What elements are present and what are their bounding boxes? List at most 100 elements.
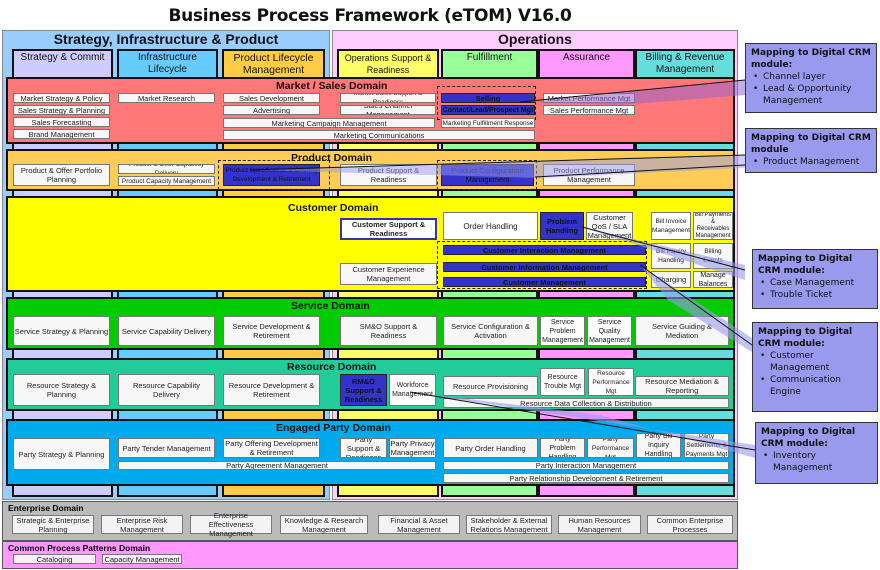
process-manage-balances[interactable]: Manage Balances xyxy=(693,271,733,288)
process-stakeholder-relations[interactable]: Stakeholder & External Relations Managem… xyxy=(466,515,552,534)
process-market-performance[interactable]: Market Performance Mgt xyxy=(543,93,635,103)
process-market-sales-support[interactable]: Market Sales Support & Readiness xyxy=(340,93,436,103)
process-resource-capability[interactable]: Resource Capability Delivery xyxy=(118,374,215,406)
vgroup-label: Strategy & Commit xyxy=(20,52,105,63)
process-market-strategy-policy[interactable]: Market Strategy & Policy xyxy=(13,93,110,103)
process-rmo-support[interactable]: RM&O Support & Readiness xyxy=(340,374,387,406)
process-marketing-communications[interactable]: Marketing Communications xyxy=(223,130,535,140)
process-brand-management[interactable]: Brand Management xyxy=(13,129,110,139)
process-product-configuration[interactable]: Product Configuration Management xyxy=(441,164,534,186)
process-advertising[interactable]: Advertising xyxy=(223,105,320,115)
domain-title: Resource Domain xyxy=(287,361,377,373)
process-product-capability-delivery[interactable]: Product & Offer Capability Delivery xyxy=(118,164,215,174)
callout-bullet: Case Management xyxy=(758,277,872,289)
callout-heading: Mapping to Digital CRM module: xyxy=(761,427,856,449)
process-sales-development[interactable]: Sales Development xyxy=(223,93,320,103)
process-enterprise-risk[interactable]: Enterprise Risk Management xyxy=(101,515,183,534)
process-service-capability[interactable]: Service Capability Delivery xyxy=(118,316,215,346)
process-party-order[interactable]: Party Order Handling xyxy=(443,438,538,458)
process-capacity-management[interactable]: Capacity Management xyxy=(102,554,182,564)
process-party-privacy[interactable]: Party Privacy Management xyxy=(389,438,436,458)
process-financial-asset[interactable]: Financial & Asset Management xyxy=(378,515,460,534)
process-sales-strategy-planning[interactable]: Sales Strategy & Planning xyxy=(13,105,110,115)
process-customer-interaction[interactable]: Customer Interaction Management xyxy=(443,245,646,255)
process-bill-invoice[interactable]: Bill Invoice Management xyxy=(651,212,691,240)
process-resource-trouble[interactable]: Resource Trouble Mgt xyxy=(540,368,585,396)
process-resource-development[interactable]: Resource Development & Retirement xyxy=(223,374,320,406)
process-party-tender[interactable]: Party Tender Management xyxy=(118,438,215,458)
process-billing-events[interactable]: Billing Events xyxy=(693,243,733,269)
process-product-performance[interactable]: Product Performance Management xyxy=(543,164,635,186)
process-product-support-readiness[interactable]: Product Support & Readiness xyxy=(340,164,437,186)
market-sales-domain: Market / Sales Domain Market Strategy & … xyxy=(6,77,735,144)
customer-domain: Customer Domain Customer Support & Readi… xyxy=(6,196,735,292)
callout-case-trouble: Mapping to Digital CRM module: Case Mana… xyxy=(752,249,878,309)
process-product-offer-portfolio[interactable]: Product & Offer Portfolio Planning xyxy=(13,164,110,186)
process-knowledge-research[interactable]: Knowledge & Research Management xyxy=(280,515,368,534)
process-customer-experience[interactable]: Customer Experience Management xyxy=(340,263,437,285)
process-resource-mediation[interactable]: Resource Mediation & Reporting xyxy=(635,376,729,396)
process-customer-information[interactable]: Customer Information Management xyxy=(443,262,646,272)
process-strategic-enterprise-planning[interactable]: Strategic & Enterprise Planning xyxy=(12,515,94,534)
process-bill-payments-receivables[interactable]: Bill Payments & Receivables Management xyxy=(693,212,733,240)
process-sales-forecasting[interactable]: Sales Forecasting xyxy=(13,117,110,127)
process-marketing-campaign[interactable]: Marketing Campaign Management xyxy=(223,118,435,128)
service-domain: Service Domain Service Strategy & Planni… xyxy=(6,297,735,350)
process-resource-provisioning[interactable]: Resource Provisioning xyxy=(443,376,538,396)
process-order-handling[interactable]: Order Handling xyxy=(443,212,538,240)
process-party-offering[interactable]: Party Offering Development & Retirement xyxy=(223,438,320,458)
process-party-support[interactable]: Party Support & Readiness xyxy=(340,438,387,458)
process-party-bill-inquiry[interactable]: Party Bill Inquiry Handling xyxy=(636,433,681,458)
engaged-party-domain: Engaged Party Domain Party Strategy & Pl… xyxy=(6,419,735,486)
process-party-performance[interactable]: Party Performance Mgt xyxy=(587,438,634,458)
callout-customer-communication: Mapping to Digital CRM module: Customer … xyxy=(752,322,878,412)
process-sales-performance[interactable]: Sales Performance Mgt xyxy=(543,105,635,115)
process-product-capacity[interactable]: Product Capacity Management xyxy=(118,176,215,186)
process-party-agreement[interactable]: Party Agreement Management xyxy=(118,461,436,470)
vgroup-label: Operations Support & Readiness xyxy=(344,53,432,75)
process-common-enterprise[interactable]: Common Enterprise Processes xyxy=(647,515,733,534)
process-market-research[interactable]: Market Research xyxy=(118,93,215,103)
callout-bullet: Communication Engine xyxy=(758,374,872,398)
callout-bullet: Customer Management xyxy=(758,350,872,374)
process-party-interaction[interactable]: Party Interaction Management xyxy=(443,461,729,470)
process-human-resources[interactable]: Human Resources Management xyxy=(558,515,641,534)
process-party-relationship[interactable]: Party Relationship Development & Retirem… xyxy=(443,473,729,483)
common-process-patterns-domain: Common Process Patterns Domain Catalogin… xyxy=(2,541,738,569)
callout-heading: Mapping to Digital CRM module xyxy=(751,133,871,155)
process-workforce-management[interactable]: Workforce Management xyxy=(389,374,436,406)
process-smo-support[interactable]: SM&O Support & Readiness xyxy=(340,316,437,346)
process-cataloging[interactable]: Cataloging xyxy=(13,554,96,564)
resource-domain: Resource Domain Resource Strategy & Plan… xyxy=(6,358,735,411)
process-service-quality[interactable]: Service Quality Management xyxy=(587,316,632,346)
process-enterprise-effectiveness[interactable]: Enterprise Effectiveness Management xyxy=(190,511,272,538)
process-customer-qos-sla[interactable]: Customer QoS / SLA Management xyxy=(586,212,633,240)
process-bill-inquiry[interactable]: Bill Inquiry Handling xyxy=(651,243,691,269)
process-resource-data-collection[interactable]: Resource Data Collection & Distribution xyxy=(443,398,729,408)
domain-title: Market / Sales Domain xyxy=(276,80,388,92)
process-customer-management[interactable]: Customer Management xyxy=(443,277,646,287)
process-service-configuration[interactable]: Service Configuration & Activation xyxy=(443,316,538,346)
process-contact-lead-prospect[interactable]: Contact/Lead/Prospect Mgt xyxy=(441,105,535,115)
process-party-settlements[interactable]: Party Settlements & Payments Mgt xyxy=(684,433,729,458)
process-resource-performance[interactable]: Resource Performance Mgt xyxy=(588,368,634,396)
process-sales-channel[interactable]: Sales Channel Management xyxy=(340,105,436,115)
process-problem-handling[interactable]: Problem Handling xyxy=(540,212,584,240)
callout-heading: Mapping to Digital CRM module: xyxy=(751,48,871,70)
process-party-problem[interactable]: Party Problem Handling xyxy=(540,438,585,458)
domain-title: Customer Domain xyxy=(288,202,379,214)
product-domain: Product Domain Product & Offer Portfolio… xyxy=(6,149,735,191)
process-resource-strategy[interactable]: Resource Strategy & Planning xyxy=(13,374,110,406)
process-product-specification[interactable]: Product Specification & Offering Develop… xyxy=(223,164,320,186)
process-service-guiding[interactable]: Service Guiding & Mediation xyxy=(635,316,729,346)
domain-title: Common Process Patterns Domain xyxy=(8,543,151,553)
process-service-development[interactable]: Service Development & Retirement xyxy=(223,316,320,346)
process-charging[interactable]: Charging xyxy=(651,271,691,288)
process-marketing-fulfillment-response[interactable]: Marketing Fulfillment Response xyxy=(441,118,535,128)
process-service-problem[interactable]: Service Problem Management xyxy=(540,316,585,346)
process-party-strategy[interactable]: Party Strategy & Planning xyxy=(13,438,110,470)
vgroup-label: Fulfillment xyxy=(466,52,513,63)
process-customer-support-readiness[interactable]: Customer Support & Readiness xyxy=(340,218,437,240)
process-selling[interactable]: Selling xyxy=(441,93,535,103)
process-service-strategy[interactable]: Service Strategy & Planning xyxy=(13,316,110,346)
